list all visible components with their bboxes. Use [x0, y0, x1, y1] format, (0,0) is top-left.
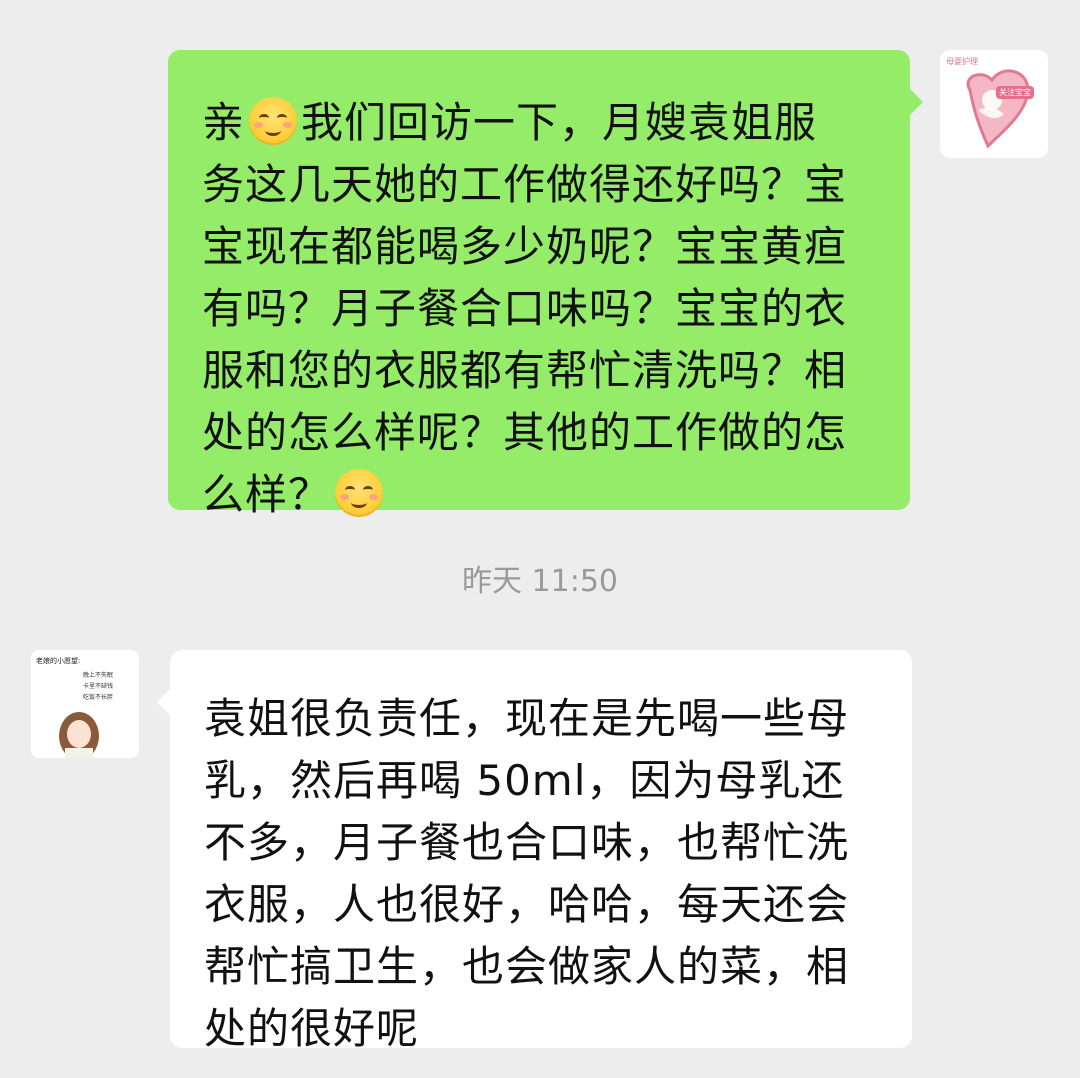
girl-illustration-icon: [59, 712, 99, 758]
message-line: 袁姐很负责任，现在是先喝一些母: [204, 694, 850, 743]
sender-avatar[interactable]: 母婴护理 关注宝宝: [940, 50, 1048, 158]
smiling-face-icon: [249, 97, 298, 145]
message-text: 么样？: [202, 470, 332, 519]
message-text: 我们回访一下，月嫂袁姐服: [301, 98, 818, 147]
message-line: 么样？: [202, 464, 876, 526]
heart-logo-icon: [966, 69, 1030, 149]
message-text: 亲: [202, 98, 246, 147]
message-line: 服和您的衣服都有帮忙清洗吗？相: [202, 346, 848, 395]
incoming-message-bubble[interactable]: 袁姐很负责任，现在是先喝一些母 乳，然后再喝 50ml，因为母乳还 不多，月子餐…: [157, 650, 912, 1053]
message-line: 处的怎么样呢？其他的工作做的怎: [202, 408, 848, 457]
message-line: 宝现在都能喝多少奶呢？宝宝黄疸: [202, 222, 848, 271]
smiling-face-icon: [335, 469, 384, 517]
message-line: 衣服，人也很好，哈哈，每天还会: [204, 880, 850, 929]
message-timestamp: 昨天 11:50: [462, 564, 618, 599]
message-line: 有吗？月子餐合口味吗？宝宝的衣: [202, 284, 848, 333]
avatar-tag: 关注宝宝: [996, 86, 1034, 99]
contact-avatar[interactable]: 老娘的小愿望: 晚上不失眠 卡里不缺钱 吃饭不长胖: [31, 650, 139, 758]
outgoing-message-bubble[interactable]: 亲 我们回访一下，月嫂袁姐服 务这几天她的工作做得还好吗？宝 宝现在都能喝多少奶呢…: [168, 50, 923, 519]
message-line: 帮忙搞卫生，也会做家人的菜，相: [204, 942, 850, 991]
message-line: 亲 我们回访一下，月嫂袁姐服: [202, 92, 876, 154]
message-line: 处的很好呢: [204, 1004, 420, 1053]
message-line: 乳，然后再喝 50ml，因为母乳还: [204, 756, 845, 805]
message-line: 不多，月子餐也合口味，也帮忙洗: [204, 818, 850, 867]
message-line: 务这几天她的工作做得还好吗？宝: [202, 160, 848, 209]
